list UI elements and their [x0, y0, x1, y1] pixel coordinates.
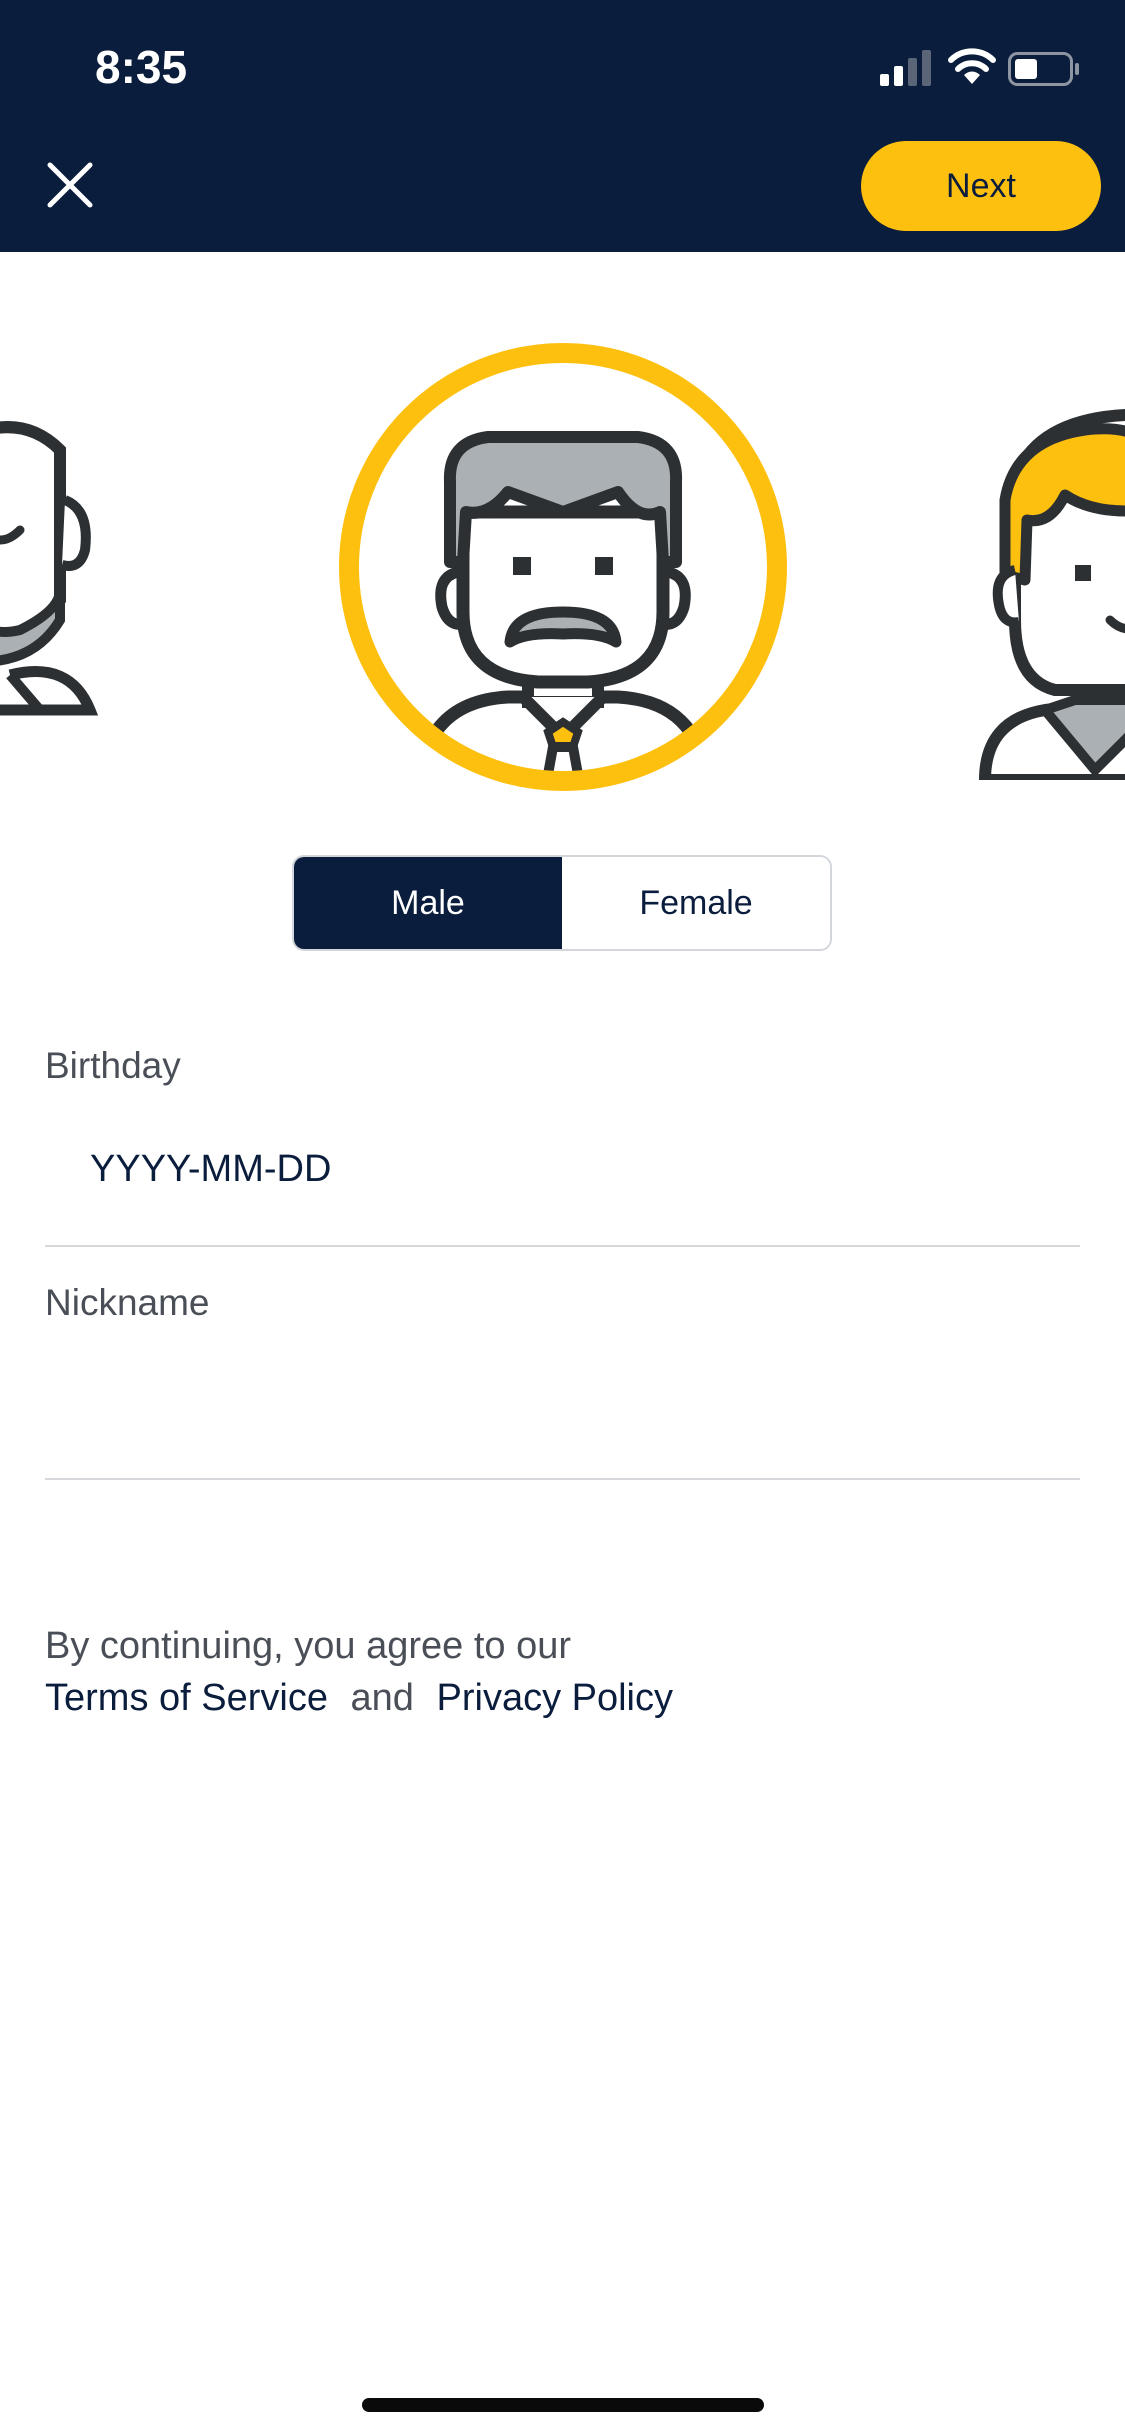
battery-icon — [1008, 52, 1079, 86]
gender-toggle[interactable]: Male Female — [292, 855, 832, 951]
close-icon — [47, 162, 93, 208]
terms-prefix: By continuing, you agree to our — [45, 1625, 572, 1667]
terms-of-service-link[interactable]: Terms of Service — [45, 1677, 328, 1719]
avatar-carousel[interactable] — [0, 300, 1125, 820]
nickname-label: Nickname — [45, 1282, 210, 1323]
mustache-man-avatar[interactable] — [338, 342, 788, 792]
birthday-label: Birthday — [45, 1045, 181, 1086]
blond-man-avatar[interactable] — [975, 400, 1125, 780]
close-button[interactable] — [40, 155, 100, 215]
birthday-divider — [45, 1245, 1080, 1247]
home-indicator[interactable] — [362, 2398, 764, 2412]
terms-joiner: and — [350, 1677, 414, 1719]
gender-option-male[interactable]: Male — [294, 857, 562, 949]
next-button[interactable]: Next — [861, 141, 1101, 231]
status-time: 8:35 — [95, 41, 188, 93]
gender-option-female[interactable]: Female — [562, 857, 830, 949]
cellular-signal-icon — [880, 50, 931, 86]
wifi-icon — [948, 48, 996, 84]
top-bar: 8:35 Next — [0, 0, 1125, 252]
bald-bearded-man-avatar[interactable] — [0, 410, 140, 780]
nickname-input[interactable] — [45, 1360, 1080, 1450]
privacy-policy-link[interactable]: Privacy Policy — [437, 1677, 674, 1719]
nickname-divider — [45, 1478, 1080, 1480]
terms-notice: By continuing, you agree to our Terms of… — [45, 1620, 673, 1724]
birthday-input[interactable] — [45, 1124, 1080, 1214]
